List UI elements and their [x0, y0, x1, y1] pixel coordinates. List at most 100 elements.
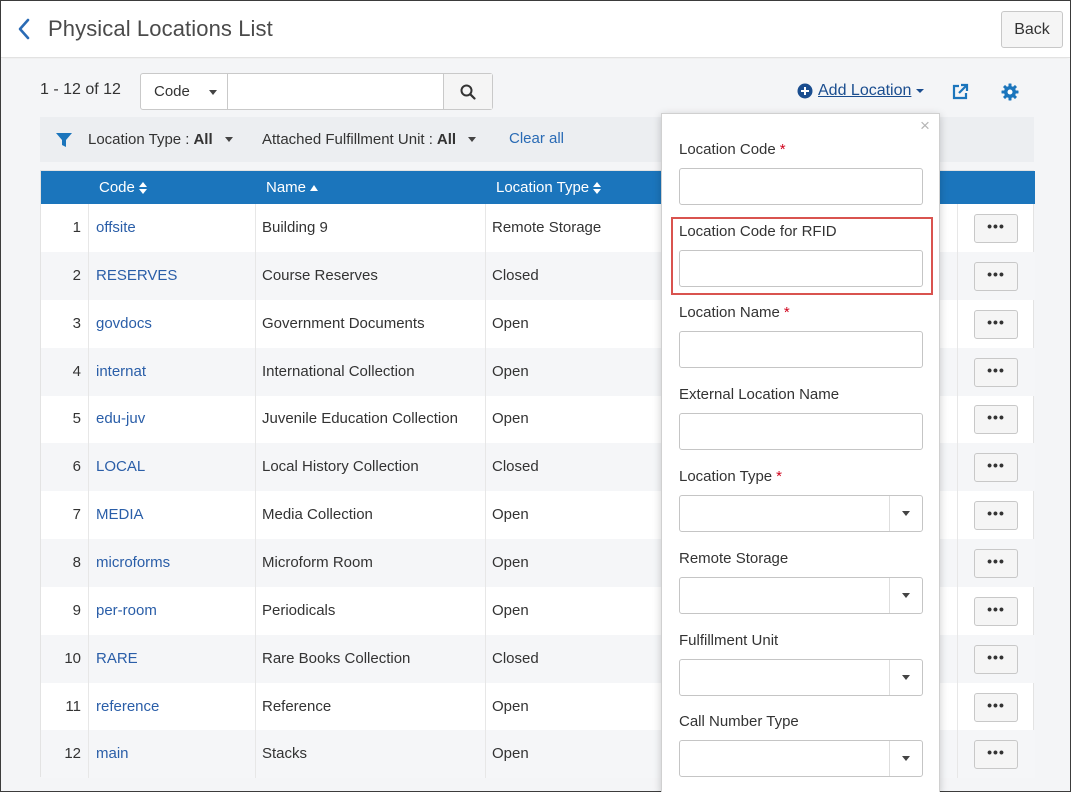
column-divider [88, 491, 89, 540]
column-header-name[interactable]: Name [266, 179, 319, 196]
filter-fulfillment-unit[interactable]: Attached Fulfillment Unit : All [262, 131, 477, 148]
location-code-label-text: Location Code [679, 141, 776, 158]
location-code-link[interactable]: MEDIA [96, 506, 144, 523]
required-mark: * [783, 304, 790, 321]
location-type-select[interactable] [679, 495, 923, 532]
row-actions-button[interactable]: ••• [974, 692, 1018, 722]
column-divider [255, 204, 256, 252]
row-actions-button[interactable]: ••• [974, 740, 1018, 770]
row-actions-button[interactable]: ••• [974, 596, 1018, 626]
row-actions-button[interactable]: ••• [974, 501, 1018, 531]
location-name: Government Documents [262, 314, 425, 332]
location-code-link[interactable]: RESERVES [96, 267, 177, 284]
row-actions-button[interactable]: ••• [974, 405, 1018, 435]
column-divider [255, 443, 256, 492]
row-number: 9 [72, 601, 81, 619]
location-code-link[interactable]: per-room [96, 602, 157, 619]
location-type: Open [492, 553, 529, 571]
column-divider [957, 730, 958, 779]
row-actions-button[interactable]: ••• [974, 548, 1018, 578]
column-divider [485, 682, 486, 731]
row-actions-button[interactable]: ••• [974, 644, 1018, 674]
back-button[interactable]: Back [1001, 11, 1063, 48]
location-code-link[interactable]: microforms [96, 554, 170, 571]
filter-location-type[interactable]: Location Type : All [88, 131, 233, 148]
column-divider [88, 634, 89, 683]
fulfillment-unit-select[interactable] [679, 659, 923, 696]
column-divider [485, 538, 486, 587]
column-divider [88, 538, 89, 587]
external-location-name-label: External Location Name [679, 386, 840, 403]
location-name: Course Reserves [262, 266, 378, 284]
location-name: Local History Collection [262, 458, 419, 476]
row-actions-button[interactable]: ••• [974, 214, 1018, 243]
location-code-link[interactable]: offsite [96, 219, 136, 236]
chevron-down-icon [889, 741, 922, 776]
location-code-link[interactable]: edu-juv [96, 410, 145, 427]
gear-icon[interactable] [1001, 83, 1019, 106]
column-divider [957, 251, 958, 300]
row-actions-button[interactable]: ••• [974, 309, 1018, 339]
column-divider [957, 634, 958, 683]
external-location-name-input[interactable] [679, 413, 923, 450]
row-actions-button[interactable]: ••• [974, 357, 1018, 387]
filter-icon[interactable] [56, 133, 72, 152]
column-divider [485, 586, 486, 635]
remote-storage-label: Remote Storage [679, 550, 789, 567]
location-code-link[interactable]: govdocs [96, 315, 152, 332]
column-divider [88, 204, 89, 252]
row-actions-button[interactable]: ••• [974, 453, 1018, 483]
row-number: 3 [72, 314, 81, 332]
sort-icon [138, 181, 147, 194]
location-name: International Collection [262, 362, 415, 380]
search-button[interactable] [443, 74, 492, 109]
chevron-down-icon [889, 496, 922, 531]
column-divider [485, 491, 486, 540]
location-code-link[interactable]: reference [96, 698, 159, 715]
search-icon [460, 84, 476, 100]
filter-location-type-label: Location Type : [88, 131, 190, 148]
clear-all-link[interactable]: Clear all [509, 130, 564, 147]
location-type: Closed [492, 649, 539, 667]
add-location-button[interactable]: Add Location [797, 82, 925, 100]
search-input[interactable] [228, 74, 444, 109]
column-header-location-type-label: Location Type [496, 179, 590, 196]
location-name-input[interactable] [679, 331, 923, 368]
close-icon[interactable]: × [920, 116, 930, 136]
location-name: Reference [262, 697, 332, 715]
remote-storage-select[interactable] [679, 577, 923, 614]
column-divider [88, 347, 89, 396]
location-name: Media Collection [262, 506, 373, 524]
column-header-location-type[interactable]: Location Type [496, 179, 602, 196]
search-field-value: Code [154, 83, 190, 100]
plus-circle-icon [797, 83, 813, 99]
column-divider [255, 395, 256, 444]
column-divider [957, 491, 958, 540]
call-number-type-select[interactable] [679, 740, 923, 777]
location-code-link[interactable]: LOCAL [96, 458, 145, 475]
row-number: 4 [72, 362, 81, 380]
chevron-down-icon [468, 137, 477, 142]
column-divider [957, 682, 958, 731]
back-chevron-icon[interactable] [15, 17, 35, 41]
location-code-input[interactable] [679, 168, 923, 205]
column-divider [957, 347, 958, 396]
row-number: 8 [72, 553, 81, 571]
location-type: Closed [492, 458, 539, 476]
export-icon[interactable] [951, 83, 969, 106]
location-code-rfid-label: Location Code for RFID [679, 223, 837, 240]
search-field-select[interactable]: Code [141, 74, 229, 109]
sort-ascending-icon [310, 184, 319, 191]
location-code-link[interactable]: main [96, 745, 129, 762]
column-header-code[interactable]: Code [99, 179, 147, 196]
filter-fulfillment-unit-label: Attached Fulfillment Unit : [262, 131, 433, 148]
column-divider [88, 730, 89, 779]
location-code-rfid-input[interactable] [679, 250, 923, 287]
location-code-link[interactable]: internat [96, 363, 146, 380]
location-type-label-text: Location Type [679, 468, 773, 485]
column-divider [255, 538, 256, 587]
row-actions-button[interactable]: ••• [974, 261, 1018, 291]
location-type-label: Location Type * [679, 468, 782, 485]
location-code-link[interactable]: RARE [96, 650, 138, 667]
location-name: Juvenile Education Collection [262, 410, 458, 428]
